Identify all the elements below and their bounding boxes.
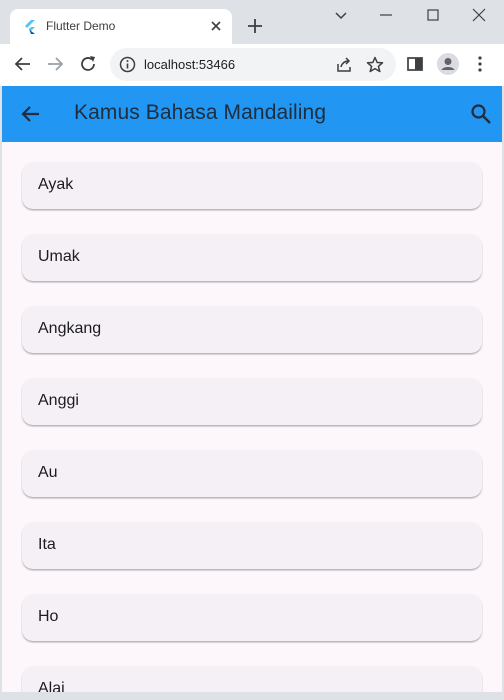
app-bar: Kamus Bahasa Mandailing	[2, 86, 502, 142]
close-tab-icon[interactable]	[206, 16, 226, 36]
list-item-label: Au	[38, 464, 58, 481]
list-item[interactable]: Anggi	[22, 378, 482, 425]
flutter-logo-icon	[25, 20, 35, 34]
minimize-icon[interactable]	[375, 4, 397, 26]
side-panel-icon[interactable]	[404, 53, 426, 75]
search-icon[interactable]	[469, 102, 493, 126]
site-info-icon[interactable]	[119, 56, 136, 73]
page-title: Kamus Bahasa Mandailing	[74, 101, 327, 124]
list-item[interactable]: Umak	[22, 234, 482, 281]
reload-icon[interactable]	[77, 53, 99, 75]
forward-arrow-icon[interactable]	[44, 53, 66, 75]
close-window-icon[interactable]	[468, 4, 490, 26]
maximize-icon[interactable]	[422, 4, 444, 26]
profile-person-icon	[441, 58, 455, 70]
list-item-label: Umak	[38, 248, 80, 265]
list-item-label: Ho	[38, 608, 59, 625]
menu-kebab-icon[interactable]	[469, 53, 491, 75]
list-item[interactable]: Au	[22, 450, 482, 497]
bookmark-star-icon[interactable]	[365, 55, 385, 75]
tab-title: Flutter Demo	[46, 19, 116, 33]
list-item[interactable]: Ho	[22, 594, 482, 641]
list-item-label: Ita	[38, 536, 56, 553]
list-item[interactable]: Ayak	[22, 162, 482, 209]
list-item[interactable]: Angkang	[22, 306, 482, 353]
list-item-label: Alai	[38, 680, 65, 692]
browser-toolbar: localhost:53466	[0, 44, 504, 86]
list-item-label: Anggi	[38, 392, 79, 409]
back-arrow-icon[interactable]	[19, 102, 43, 126]
back-arrow-icon[interactable]	[12, 53, 34, 75]
address-bar[interactable]: localhost:53466	[110, 48, 396, 81]
tab-strip: Flutter Demo	[0, 0, 504, 44]
list-item-label: Angkang	[38, 320, 102, 337]
list-item[interactable]: Alai	[22, 666, 482, 692]
browser-tab[interactable]: Flutter Demo	[10, 9, 232, 44]
profile-avatar[interactable]	[437, 53, 459, 75]
list-item-label: Ayak	[38, 176, 74, 193]
page-viewport: Kamus Bahasa Mandailing Ayak Umak Angkan…	[2, 86, 502, 692]
window-bottom-edge	[0, 692, 504, 700]
share-icon[interactable]	[334, 55, 354, 75]
list-item[interactable]: Ita	[22, 522, 482, 569]
tab-search-chevron-icon[interactable]	[330, 4, 352, 26]
url-text[interactable]: localhost:53466	[144, 57, 235, 72]
new-tab-icon[interactable]	[244, 15, 266, 37]
